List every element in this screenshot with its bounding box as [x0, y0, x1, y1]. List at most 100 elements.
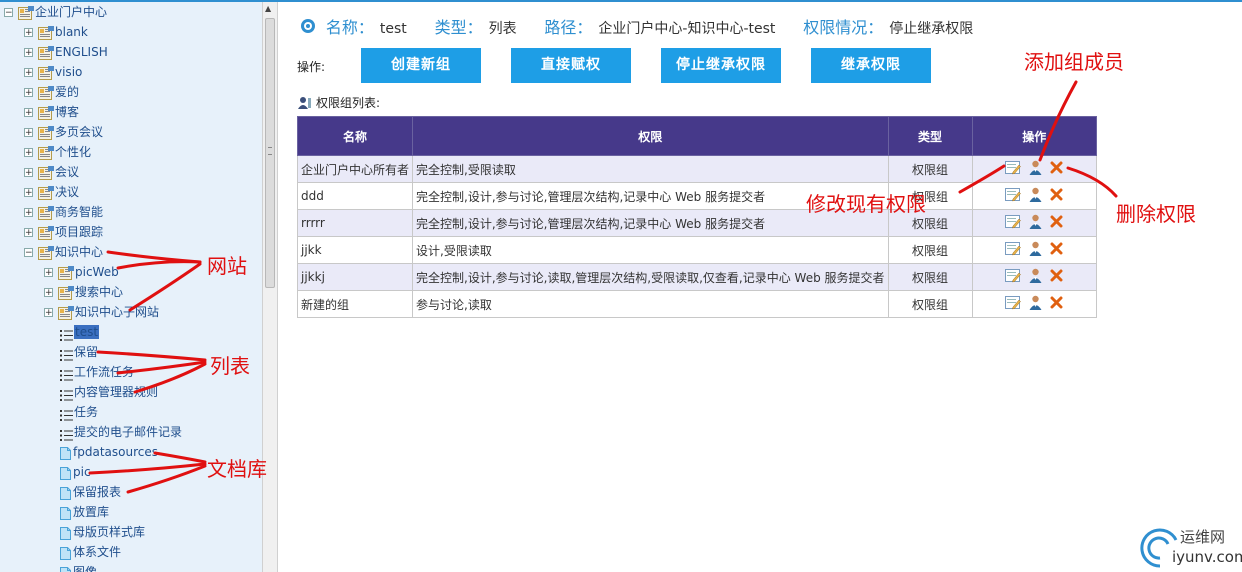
tree-label[interactable]: 保留报表 [73, 485, 121, 499]
expand-toggle-icon[interactable]: + [24, 28, 33, 38]
tree-label[interactable]: 项目跟踪 [55, 225, 103, 239]
tree-label[interactable]: pic [73, 465, 91, 479]
delete-icon[interactable] [1050, 296, 1063, 312]
stop-inherit-button[interactable]: 停止继承权限 [661, 48, 781, 83]
tree-label[interactable]: 个性化 [55, 145, 91, 159]
tree-label[interactable]: 体系文件 [73, 545, 121, 559]
add-member-icon[interactable] [1029, 241, 1042, 259]
tree-doclib-0[interactable]: fpdatasources [60, 442, 158, 462]
delete-icon[interactable] [1050, 161, 1063, 177]
expand-toggle-icon[interactable]: + [24, 208, 33, 218]
sidebar-scrollbar[interactable]: ▲ [262, 2, 278, 572]
tree-label[interactable]: 图像 [73, 565, 97, 572]
expand-toggle-icon[interactable]: + [24, 48, 33, 58]
tree-label[interactable]: 搜索中心 [75, 285, 123, 299]
tree-subsite-1[interactable]: + 搜索中心 [44, 282, 123, 302]
expand-toggle-icon[interactable]: + [44, 288, 53, 298]
tree-list-3[interactable]: 内容管理器规则 [60, 382, 158, 402]
tree-site-10[interactable]: + 项目跟踪 [24, 222, 103, 242]
edit-permission-icon[interactable] [1005, 187, 1022, 205]
tree-site-3[interactable]: + 爱的 [24, 82, 79, 102]
tree-label[interactable]: 知识中心子网站 [75, 305, 159, 319]
edit-permission-icon[interactable] [1005, 214, 1022, 232]
add-member-icon[interactable] [1029, 295, 1042, 313]
tree-doclib-4[interactable]: 母版页样式库 [60, 522, 145, 542]
expand-toggle-icon[interactable]: + [24, 88, 33, 98]
tree-site-4[interactable]: + 博客 [24, 102, 79, 122]
add-member-icon[interactable] [1029, 214, 1042, 232]
tree-subsite-2[interactable]: + 知识中心子网站 [44, 302, 159, 322]
tree-site-1[interactable]: + ENGLISH [24, 42, 108, 62]
scroll-up-arrow-icon[interactable]: ▲ [265, 4, 271, 13]
tree-list-4[interactable]: 任务 [60, 402, 98, 422]
tree-site-8[interactable]: + 决议 [24, 182, 79, 202]
tree-label[interactable]: 博客 [55, 105, 79, 119]
tree-label[interactable]: 内容管理器规则 [74, 385, 158, 399]
tree-label[interactable]: 多页会议 [55, 125, 103, 139]
add-member-icon[interactable] [1029, 160, 1042, 178]
tree-doclib-5[interactable]: 体系文件 [60, 542, 121, 562]
tree-doclib-3[interactable]: 放置库 [60, 502, 109, 522]
tree-label[interactable]: test [74, 325, 100, 339]
collapse-toggle-icon[interactable]: − [4, 8, 13, 18]
create-group-button[interactable]: 创建新组 [361, 48, 481, 83]
col-perm-header: 权限 [412, 116, 889, 156]
expand-toggle-icon[interactable]: + [24, 228, 33, 238]
delete-icon[interactable] [1050, 215, 1063, 231]
tree-list-5[interactable]: 提交的电子邮件记录 [60, 422, 182, 442]
tree-label[interactable]: 任务 [74, 405, 98, 419]
edit-permission-icon[interactable] [1005, 268, 1022, 286]
expand-toggle-icon[interactable]: + [44, 268, 53, 278]
direct-grant-button[interactable]: 直接赋权 [511, 48, 631, 83]
tree-label[interactable]: 工作流任务 [74, 365, 134, 379]
tree-list-2[interactable]: 工作流任务 [60, 362, 134, 382]
tree-site-2[interactable]: + visio [24, 62, 82, 82]
tree-label[interactable]: 企业门户中心 [35, 5, 107, 19]
tree-doclib-2[interactable]: 保留报表 [60, 482, 121, 502]
tree-subsite-0[interactable]: + picWeb [44, 262, 119, 282]
edit-permission-icon[interactable] [1005, 241, 1022, 259]
tree-label[interactable]: blank [55, 25, 88, 39]
tree-label[interactable]: 提交的电子邮件记录 [74, 425, 182, 439]
expand-toggle-icon[interactable]: + [24, 168, 33, 178]
tree-label[interactable]: 母版页样式库 [73, 525, 145, 539]
tree-label[interactable]: 保留 [74, 345, 98, 359]
expand-toggle-icon[interactable]: + [44, 308, 53, 318]
delete-icon[interactable] [1050, 269, 1063, 285]
tree-site-9[interactable]: + 商务智能 [24, 202, 103, 222]
tree-site-0[interactable]: + blank [24, 22, 88, 42]
edit-permission-icon[interactable] [1005, 160, 1022, 178]
tree-label[interactable]: 决议 [55, 185, 79, 199]
tree-doclib-1[interactable]: pic [60, 462, 91, 482]
tree-root[interactable]: − 企业门户中心 [4, 2, 107, 22]
delete-icon[interactable] [1050, 242, 1063, 258]
tree-label[interactable]: visio [55, 65, 82, 79]
tree-site-5[interactable]: + 多页会议 [24, 122, 103, 142]
expand-toggle-icon[interactable]: + [24, 188, 33, 198]
expand-toggle-icon[interactable]: + [24, 68, 33, 78]
tree-label[interactable]: 放置库 [73, 505, 109, 519]
scroll-thumb[interactable] [265, 18, 275, 288]
inherit-button[interactable]: 继承权限 [811, 48, 931, 83]
tree-label[interactable]: 商务智能 [55, 205, 103, 219]
tree-label[interactable]: 知识中心 [55, 245, 103, 259]
tree-site-7[interactable]: + 会议 [24, 162, 79, 182]
tree-site-6[interactable]: + 个性化 [24, 142, 91, 162]
tree-label[interactable]: picWeb [75, 265, 119, 279]
tree-list-1[interactable]: 保留 [60, 342, 98, 362]
tree-label[interactable]: fpdatasources [73, 445, 158, 459]
add-member-icon[interactable] [1029, 268, 1042, 286]
edit-permission-icon[interactable] [1005, 295, 1022, 313]
delete-icon[interactable] [1050, 188, 1063, 204]
expand-toggle-icon[interactable]: + [24, 148, 33, 158]
tree-site-11[interactable]: − 知识中心 [24, 242, 103, 262]
add-member-icon[interactable] [1029, 187, 1042, 205]
tree-label[interactable]: 会议 [55, 165, 79, 179]
expand-toggle-icon[interactable]: + [24, 128, 33, 138]
expand-toggle-icon[interactable]: + [24, 108, 33, 118]
tree-label[interactable]: ENGLISH [55, 45, 108, 59]
tree-label[interactable]: 爱的 [55, 85, 79, 99]
tree-doclib-6[interactable]: 图像 [60, 562, 97, 572]
tree-list-0[interactable]: test [60, 322, 100, 342]
collapse-toggle-icon[interactable]: − [24, 248, 33, 258]
